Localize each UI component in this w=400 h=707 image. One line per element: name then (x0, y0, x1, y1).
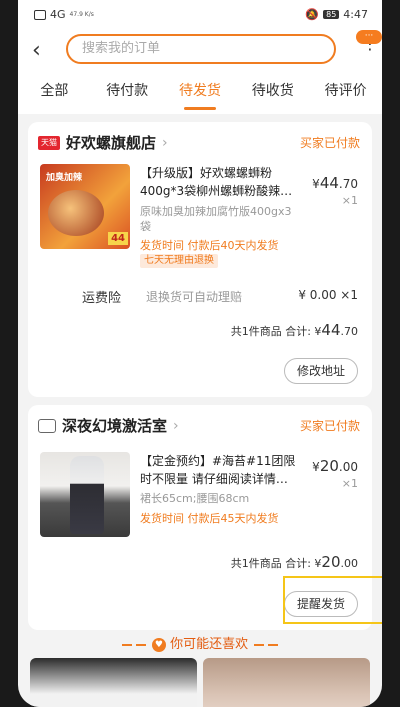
status-bar: 4G 47.9 K/s 🔕 85 4:47 (18, 0, 382, 30)
network-label: 4G (50, 8, 66, 21)
recommend-title: 你可能还喜欢 (170, 637, 249, 652)
shop-header[interactable]: 天猫 好欢螺旗舰店 › (38, 132, 168, 153)
recommend-header: ♥ 你可能还喜欢 (18, 633, 382, 652)
noodle-bowl-graphic (48, 190, 104, 236)
battery-icon: 85 (323, 10, 340, 19)
product-quantity: ×1 (341, 477, 358, 490)
tab-to-receive[interactable]: 待收货 (236, 70, 309, 114)
tmall-badge: 天猫 (38, 135, 60, 150)
top-bar: ‹ 搜索我的订单 ⋮ ··· (18, 30, 382, 70)
order-card: 天猫 好欢螺旗舰店 › 买家已付款 加臭加辣 44 【升级版】好欢螺螺蛳粉400… (28, 122, 372, 397)
total-decimal: .00 (340, 557, 359, 570)
divider-dash (268, 643, 279, 646)
insurance-price: ¥ 0.00 ×1 (298, 288, 358, 302)
divider-dash (121, 643, 132, 646)
shop-header[interactable]: 深夜幻境激活室 › (38, 415, 179, 436)
ship-time: 发货时间 付款后40天内发货 (140, 239, 279, 252)
back-icon[interactable]: ‹ (32, 38, 41, 63)
shop-name[interactable]: 好欢螺旗舰店 (66, 132, 156, 153)
shop-icon (38, 418, 56, 433)
divider-dash (135, 643, 146, 646)
total-label: 共1件商品 合计: ¥ (230, 557, 322, 570)
ship-time: 发货时间 付款后45天内发货 (140, 512, 279, 525)
product-image[interactable]: 加臭加辣 44 (40, 164, 130, 249)
modify-address-button[interactable]: 修改地址 (283, 358, 358, 384)
insurance-desc: 退换货可自动理赔 (146, 290, 243, 304)
order-total: 共1件商品 合计: ¥44.70 (231, 321, 358, 339)
currency-symbol: ¥ (312, 460, 320, 474)
product-image-text: 加臭加辣 (46, 173, 83, 183)
price-integer: 44 (319, 174, 339, 192)
total-label: 共1件商品 合计: ¥ (230, 325, 322, 338)
product-quantity: ×1 (341, 194, 358, 207)
recommend-item-image[interactable] (203, 658, 370, 707)
order-tabs: 全部 待付款 待发货 待收货 待评价 (18, 70, 382, 114)
skirt-model-graphic (70, 456, 104, 534)
divider-dash (254, 643, 265, 646)
return-policy-tag: 七天无理由退换 (140, 254, 218, 268)
price-decimal: .70 (338, 177, 358, 191)
tab-to-pay[interactable]: 待付款 (91, 70, 164, 114)
product-sku: 裙长65cm;腰围68cm (140, 492, 250, 505)
price-decimal: .00 (338, 460, 358, 474)
insurance-label: 运费险 (82, 291, 122, 306)
chevron-right-icon: › (173, 417, 179, 434)
search-input[interactable]: 搜索我的订单 (66, 34, 336, 64)
chevron-right-icon: › (162, 134, 168, 151)
order-status: 买家已付款 (299, 419, 360, 433)
signal-icon (34, 9, 46, 20)
heart-icon: ♥ (151, 637, 166, 652)
product-price: ¥20.00 (312, 457, 358, 475)
highlight-frame (283, 576, 382, 624)
mute-icon: 🔕 (305, 8, 320, 21)
tab-to-ship[interactable]: 待发货 (164, 70, 237, 114)
total-integer: 20 (321, 553, 341, 571)
shop-name[interactable]: 深夜幻境激活室 (62, 415, 167, 436)
price-integer: 20 (319, 457, 339, 475)
phone-screen: 4G 47.9 K/s 🔕 85 4:47 ‹ 搜索我的订单 ⋮ ··· 全部 … (18, 0, 382, 707)
product-image-price: 44 (108, 232, 128, 245)
product-sku: 原味加臭加辣加腐竹版400gx3袋 (140, 205, 292, 233)
order-status: 买家已付款 (299, 136, 360, 150)
total-decimal: .70 (340, 325, 359, 338)
product-title[interactable]: 【定金预约】#海苔#11团限时不限量 请仔细阅读详情… (140, 452, 300, 488)
product-image[interactable] (40, 452, 130, 537)
product-title[interactable]: 【升级版】好欢螺螺蛳粉400g*3袋柳州螺蛳粉酸辣… (140, 164, 300, 200)
clock: 4:47 (343, 8, 368, 21)
network-speed: 47.9 K/s (69, 10, 94, 18)
tab-all[interactable]: 全部 (18, 70, 91, 114)
order-total: 共1件商品 合计: ¥20.00 (231, 553, 358, 571)
currency-symbol: ¥ (312, 177, 320, 191)
product-price: ¥44.70 (312, 174, 358, 192)
total-integer: 44 (321, 321, 341, 339)
tab-to-review[interactable]: 待评价 (309, 70, 382, 114)
message-badge[interactable]: ··· (356, 30, 382, 44)
recommend-item-image[interactable] (30, 658, 197, 707)
